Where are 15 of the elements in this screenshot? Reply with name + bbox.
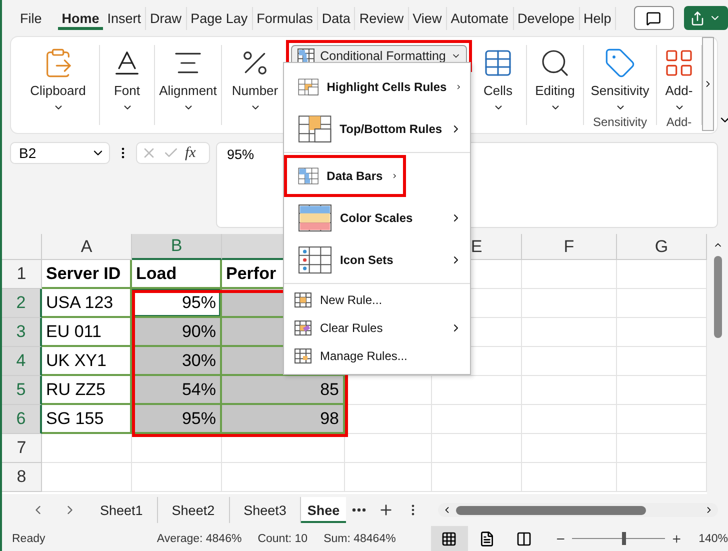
zoom-level: 140% (698, 532, 728, 544)
menu-label: Data Bars (326, 169, 383, 183)
menu-label: Color Scales (340, 211, 414, 225)
menu-label: Icon Sets (340, 253, 394, 267)
status-stat: Sum: 48464% (324, 532, 396, 544)
status-text: Ready (12, 532, 46, 544)
group-label: Sensitivity (592, 115, 648, 129)
menu-label: Clear Rules (320, 321, 384, 335)
group-label: Add- (666, 115, 692, 129)
menu-label: New Rule... (320, 293, 384, 307)
menu-label: Highlight Cells Rules (326, 80, 447, 94)
menu-label: Manage Rules... (320, 349, 408, 363)
status-stat: Average: 4846% (156, 532, 242, 544)
status-stat: Count: 10 (258, 532, 308, 544)
menu-label: Top/Bottom Rules (340, 122, 442, 136)
